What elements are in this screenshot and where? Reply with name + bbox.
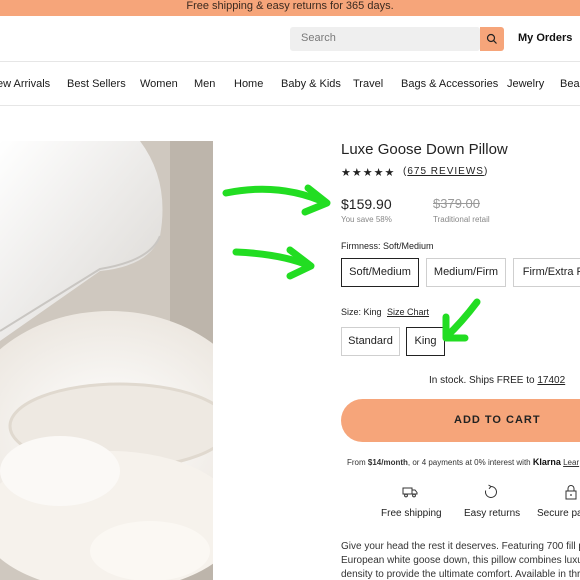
pillow-photo (0, 141, 213, 580)
klarna-middle: , or 4 payments at 0% interest with (407, 458, 533, 467)
klarna-prefix: From (347, 458, 368, 467)
nav-item-baby-kids[interactable]: Baby & Kids (281, 78, 341, 90)
klarna-financing: From $14/month, or 4 payments at 0% inte… (347, 457, 579, 467)
original-price-label: Traditional retail (433, 215, 490, 224)
product-image[interactable] (0, 141, 213, 580)
arrow-to-price (222, 185, 330, 207)
promo-text: Free shipping & easy returns for 365 day… (186, 0, 394, 12)
firmness-option-medium-firm[interactable]: Medium/Firm (426, 258, 506, 287)
firmness-label: Firmness: Soft/Medium (341, 241, 434, 251)
nav-item-women[interactable]: Women (140, 78, 178, 90)
arrow-to-firmness-head (286, 246, 315, 280)
nav-item-bags-accessories[interactable]: Bags & Accessories (401, 78, 498, 90)
size-chart-link[interactable]: Size Chart (387, 307, 429, 317)
truck-icon (402, 487, 418, 498)
add-to-cart-label: ADD TO CART (454, 414, 541, 426)
perk-secure-payment: Secure pa (537, 508, 580, 519)
reviews-close: ) (483, 166, 489, 177)
perk-free-shipping: Free shipping (381, 508, 442, 519)
stock-text: In stock. Ships FREE to (429, 375, 538, 386)
klarna-amount: $14/month (367, 458, 408, 467)
search-placeholder: Search (301, 32, 336, 44)
search-input[interactable]: Search (290, 27, 480, 51)
zip-code-link[interactable]: 17402 (537, 375, 565, 386)
klarna-logo: Klarna (532, 457, 561, 467)
site-header: Search My Orders (0, 16, 580, 62)
nav-item-jewelry[interactable]: Jewelry (507, 78, 544, 90)
add-to-cart-button[interactable]: ADD TO CART (341, 399, 580, 442)
nav-item-home[interactable]: Home (234, 78, 263, 90)
search-icon (486, 33, 497, 44)
search-button[interactable] (480, 27, 504, 51)
nav-item-travel[interactable]: Travel (353, 78, 383, 90)
category-nav: ew Arrivals Best Sellers Women Men Home … (0, 62, 580, 106)
perk-easy-returns: Easy returns (464, 508, 521, 519)
original-price: $379.00 (433, 196, 480, 211)
description-line: Give your head the rest it deserves. Fea… (341, 541, 580, 552)
reviews-link[interactable]: (675 REVIEWS) (403, 166, 488, 177)
stock-status: In stock. Ships FREE to 17402 (429, 375, 565, 386)
arrow-to-king (442, 298, 481, 341)
product-description: Give your head the rest it deserves. Fea… (341, 540, 580, 580)
nav-item-beauty[interactable]: Beau (560, 78, 580, 90)
firmness-option-firm-extra-firm[interactable]: Firm/Extra F (513, 258, 580, 287)
promo-banner: Free shipping & easy returns for 365 day… (0, 0, 580, 16)
lock-icon (565, 485, 577, 500)
size-option-standard[interactable]: Standard (341, 327, 400, 356)
my-orders-link[interactable]: My Orders (518, 32, 572, 44)
description-line: European white goose down, this pillow c… (341, 555, 580, 566)
size-label: Size: King (341, 307, 382, 317)
reviews-count: 675 REVIEWS (407, 166, 484, 177)
description-line: density to provide the ultimate comfort.… (341, 569, 580, 580)
klarna-learn-link[interactable]: Lear (563, 458, 579, 467)
firmness-option-soft-medium[interactable]: Soft/Medium (341, 258, 419, 287)
star-rating: ★★★★★ (341, 167, 396, 179)
arrow-to-king-head (442, 313, 469, 342)
product-title: Luxe Goose Down Pillow (341, 141, 508, 158)
return-icon (485, 484, 497, 498)
arrow-to-price-head (301, 184, 331, 216)
nav-item-men[interactable]: Men (194, 78, 215, 90)
nav-item-best-sellers[interactable]: Best Sellers (67, 78, 126, 90)
sale-price: $159.90 (341, 196, 392, 212)
arrow-to-firmness (232, 248, 314, 270)
nav-item-new-arrivals[interactable]: ew Arrivals (0, 78, 50, 90)
savings-text: You save 58% (341, 215, 392, 224)
size-option-king[interactable]: King (406, 327, 445, 356)
